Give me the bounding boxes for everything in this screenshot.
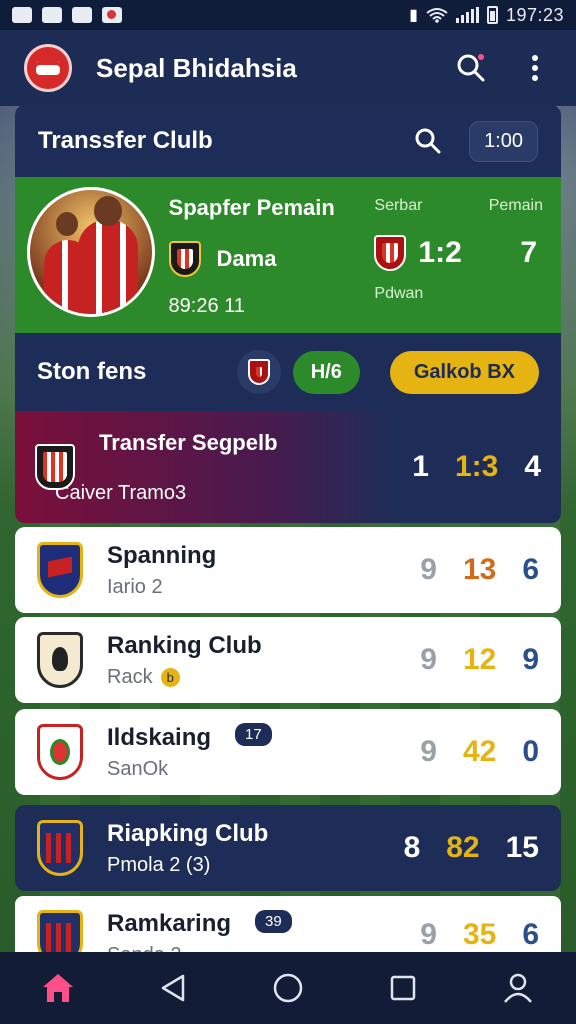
score-a: 9 — [420, 643, 437, 676]
app-bar: Sepal Bhidahsia — [0, 30, 576, 106]
score-a: 9 — [420, 918, 437, 951]
gallery-icon — [12, 7, 32, 23]
status-time: 197:23 — [505, 4, 564, 25]
chart-icon — [42, 7, 62, 23]
score-c: 4 — [524, 450, 541, 483]
bottom-navigation — [0, 952, 576, 1024]
list-item[interactable]: Spanning Iario 2 9 13 6 — [15, 527, 561, 613]
score-b: 13 — [462, 553, 497, 586]
row-count-badge: 17 — [235, 723, 272, 746]
shield-app-icon — [102, 7, 122, 23]
profile-icon — [504, 973, 533, 1003]
recents-square-icon — [390, 975, 416, 1001]
featured-time: 89:26 11 — [168, 295, 245, 317]
back-triangle-icon — [161, 974, 185, 1002]
featured-team-name: Dama — [216, 246, 277, 271]
filter-pill-green[interactable]: H/6 — [292, 350, 360, 394]
time-pill[interactable]: 1:00 — [469, 120, 538, 162]
club-badge-button[interactable] — [236, 350, 281, 394]
nav-home-circle[interactable] — [263, 963, 313, 1013]
list-item[interactable]: Riapking Club Pmola 2 (3) 8 82 15 — [15, 805, 561, 891]
app-title: Sepal Bhidahsia — [96, 52, 297, 83]
opponent-crest-icon — [374, 235, 407, 271]
score-b: 35 — [462, 918, 497, 951]
featured-player-name: Spapfer Pemain — [168, 195, 335, 220]
row-sub: Sanda 2 — [107, 944, 231, 952]
team-crest-icon — [168, 241, 201, 277]
club-crest-icon — [37, 632, 83, 688]
row-name: Riapking Club — [107, 819, 269, 847]
app-logo[interactable] — [24, 44, 72, 92]
score-c: 6 — [522, 918, 539, 951]
section-title: Ston fens — [37, 358, 147, 385]
club-crest-icon — [247, 359, 270, 385]
row-sub: Rack — [107, 665, 153, 688]
club-crest-icon — [37, 910, 83, 952]
signal-icon — [455, 7, 479, 23]
search-icon — [415, 128, 441, 154]
row-name: Ildskaing — [107, 723, 212, 751]
list-item[interactable]: Transfer Segpelb Caiver Tramo3 1 1:3 4 — [15, 411, 561, 523]
list-item[interactable]: Ramkaring Sanda 2 39 9 35 6 — [15, 896, 561, 952]
club-crest-icon — [35, 444, 75, 490]
home-icon — [42, 974, 73, 1002]
nav-home[interactable] — [33, 963, 83, 1013]
transfer-header: Transsfer Clulb 1:00 — [15, 105, 561, 177]
score-a: 1 — [412, 450, 429, 483]
player-photo — [27, 187, 155, 317]
status-bar: ▮ 197:23 — [0, 0, 576, 30]
search-icon — [457, 54, 485, 82]
score-b: 82 — [446, 831, 480, 864]
row-count-badge: 39 — [255, 910, 292, 933]
more-vert-icon — [532, 55, 538, 81]
featured-score-away: 7 — [520, 236, 537, 269]
nav-back[interactable] — [148, 963, 198, 1013]
featured-score-home: 1:2 — [418, 236, 462, 269]
score-a: 9 — [420, 735, 437, 768]
score-b: 12 — [462, 643, 497, 676]
score-c: 0 — [522, 735, 539, 768]
vibrate-icon: ▮ — [409, 7, 418, 24]
row-name: Ranking Club — [107, 631, 262, 659]
score-c: 15 — [505, 831, 539, 864]
club-crest-icon — [37, 542, 83, 598]
row-mini-badge: b — [160, 667, 180, 687]
row-name: Spanning — [107, 541, 217, 569]
club-crest-icon — [37, 820, 83, 876]
notification-icon — [72, 7, 92, 23]
header-search-button[interactable] — [411, 124, 445, 158]
filter-pill-yellow[interactable]: Galkob BX — [389, 350, 539, 394]
score-a: 8 — [403, 831, 421, 864]
nav-profile[interactable] — [493, 963, 543, 1013]
featured-match-card[interactable]: Spapfer Pemain Dama 89:26 11 Serbar Pema… — [15, 177, 561, 333]
row-sub: Caiver Tramo3 — [55, 481, 187, 504]
row-sub: SanOk — [107, 757, 169, 780]
featured-label-left: Serbar — [374, 197, 423, 214]
list-item[interactable]: Ranking Club Rack b 9 12 9 — [15, 617, 561, 703]
featured-sub-label: Pdwan — [374, 285, 424, 302]
featured-label-right: Pemain — [488, 197, 543, 214]
score-c: 6 — [522, 553, 539, 586]
battery-icon — [486, 6, 498, 24]
row-name: Ramkaring — [107, 910, 232, 937]
header-title: Transsfer Clulb — [38, 127, 213, 154]
score-b: 1:3 — [454, 450, 499, 483]
more-menu-button[interactable] — [518, 51, 552, 85]
row-sub: Pmola 2 (3) — [107, 853, 211, 876]
club-crest-icon — [37, 724, 83, 780]
nav-recents[interactable] — [378, 963, 428, 1013]
list-item[interactable]: Ildskaing SanOk 17 9 42 0 — [15, 709, 561, 795]
score-c: 9 — [522, 643, 539, 676]
score-a: 9 — [420, 553, 437, 586]
wifi-icon — [426, 8, 448, 23]
home-circle-icon — [273, 973, 303, 1003]
row-name: Transfer Segpelb — [99, 429, 278, 455]
standings-section: Ston fens H/6 Galkob BX Transfer Segpelb… — [15, 333, 561, 523]
score-b: 42 — [462, 735, 497, 768]
search-button[interactable] — [454, 51, 488, 85]
row-sub: Iario 2 — [107, 575, 163, 598]
